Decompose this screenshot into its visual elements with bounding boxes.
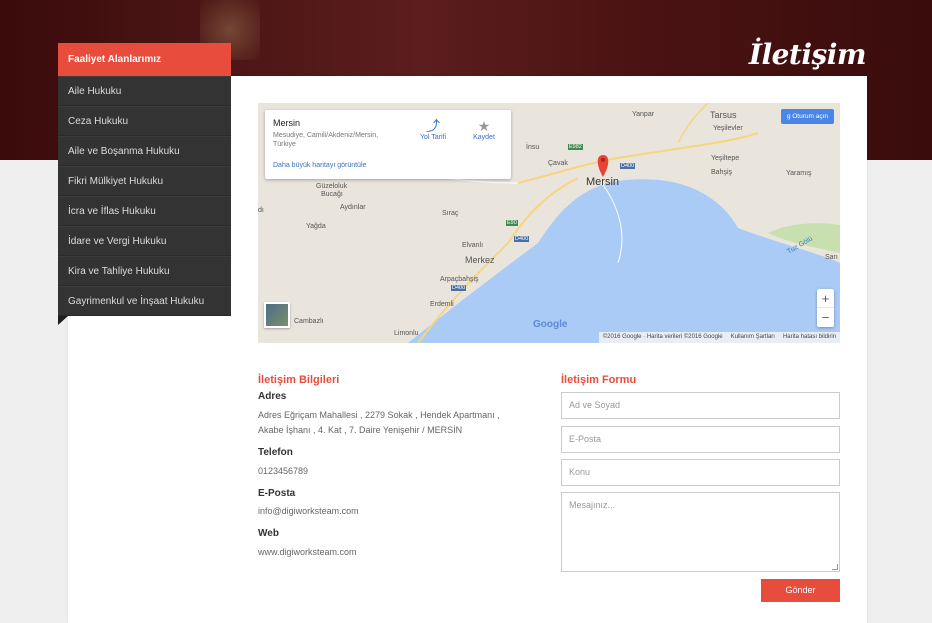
- map-label-guzeloluk: Güzeloluk: [316, 183, 348, 190]
- directions-label: Yol Tarifi: [419, 134, 447, 141]
- directions-icon: ⤴: [426, 118, 440, 134]
- map-label-sari: Sarı: [825, 254, 838, 261]
- directions-button[interactable]: ⤴ Yol Tarifi: [413, 118, 453, 141]
- zoom-out-button[interactable]: −: [817, 308, 834, 327]
- map-label-yaramis: Yaramış: [786, 170, 812, 177]
- email-value: info@digiworksteam.com: [258, 506, 359, 516]
- map-label-cavak: Çavak: [548, 160, 568, 167]
- map-label-aydinlar: Aydınlar: [340, 204, 366, 211]
- address-value-line1: Adres Eğriçam Mahallesi , 2279 Sokak , H…: [258, 410, 500, 420]
- map-label-yanpar: Yanpar: [632, 111, 655, 118]
- map-label-sirac: Sıraç: [442, 210, 459, 217]
- road-north: [677, 103, 709, 144]
- map-report-link[interactable]: Harita hatası bildirin: [783, 332, 836, 343]
- sidebar-header: Faaliyet Alanlarımız: [58, 43, 231, 76]
- address-label: Adres: [258, 391, 287, 402]
- map-label-bucagi: Bucağı: [321, 191, 343, 198]
- sidebar-item-idare-vergi[interactable]: İdare ve Vergi Hukuku: [58, 226, 231, 256]
- web-label: Web: [258, 528, 279, 539]
- sidebar-item-kira-tahliye[interactable]: Kira ve Tahliye Hukuku: [58, 256, 231, 286]
- map-label-yesiltepe: Yeşiltepe: [711, 155, 740, 162]
- map-label-cambazli: Cambazlı: [294, 318, 324, 325]
- page-title: İletişim: [748, 38, 867, 71]
- save-place-button[interactable]: ★ Kaydet: [464, 118, 504, 141]
- map-label-elvanli: Elvanlı: [462, 242, 484, 249]
- sidebar-menu: Faaliyet Alanlarımız Aile Hukuku Ceza Hu…: [58, 43, 231, 325]
- message-placeholder: Mesajınız...: [569, 500, 616, 510]
- map-copyright: ©2016 Google · Harita verileri ©2016 Goo…: [602, 334, 723, 340]
- map-signin-label: Oturum açın: [792, 113, 828, 120]
- name-input[interactable]: Ad ve Soyad: [561, 392, 840, 419]
- sidebar-item-gayrimenkul-insaat[interactable]: Gayrimenkul ve İnşaat Hukuku: [58, 286, 231, 316]
- email-input[interactable]: E-Posta: [561, 426, 840, 453]
- map-road-badge-d400-south: D400: [451, 285, 467, 291]
- sidebar-item-icra-iflas[interactable]: İcra ve İflas Hukuku: [58, 196, 231, 226]
- contact-info-title: İletişim Bilgileri: [258, 374, 340, 386]
- email-label: E-Posta: [258, 488, 296, 499]
- map-road-badge-e982: E982: [568, 144, 583, 150]
- subject-input[interactable]: Konu: [561, 459, 840, 486]
- sidebar-item-aile-hukuku[interactable]: Aile Hukuku: [58, 76, 231, 106]
- map-label-tarsus: Tarsus: [710, 110, 737, 120]
- map-footer: ©2016 Google · Harita verileri ©2016 Goo…: [598, 332, 840, 343]
- map-label-edge-left: dı: [258, 207, 264, 214]
- sidebar-item-ceza-hukuku[interactable]: Ceza Hukuku: [58, 106, 231, 136]
- satellite-toggle[interactable]: [264, 302, 290, 328]
- map-info-address: Mesudiye, Camili/Akdeniz/Mersin, Türkiye: [273, 132, 379, 148]
- phone-label: Telefon: [258, 447, 293, 458]
- map-label-insu: İnsu: [526, 144, 540, 151]
- map-road-badge-d400: D400: [620, 163, 636, 169]
- sidebar-fold-corner: [58, 316, 68, 325]
- larger-map-link[interactable]: Daha büyük haritayı görüntüle: [273, 162, 366, 169]
- map-zoom-control: + −: [817, 289, 834, 327]
- map-info-title: Mersin: [273, 118, 301, 128]
- map-label-arpacbahsis: Arpaçbahşiş: [440, 276, 479, 283]
- submit-button[interactable]: Gönder: [761, 579, 840, 602]
- resize-handle-icon[interactable]: [832, 564, 838, 570]
- map-label-limonlu: Limonlu: [394, 330, 419, 337]
- map-info-box: Mersin Mesudiye, Camili/Akdeniz/Mersin, …: [265, 110, 511, 179]
- star-icon: ★: [477, 118, 491, 134]
- google-logo: Google: [533, 319, 568, 330]
- google-map[interactable]: Mersin Tarsus Yanpar Yeşilevler Yeşiltep…: [258, 103, 840, 343]
- map-signin-button[interactable]: g Oturum açın: [780, 109, 834, 124]
- map-label-yagda: Yağda: [306, 223, 326, 230]
- map-road-badge-e90: E90: [506, 220, 518, 226]
- save-place-label: Kaydet: [473, 134, 495, 141]
- contact-form-title: İletişim Formu: [561, 374, 637, 386]
- address-value-line2: Akabe İşhanı , 4. Kat , 7. Daire Yenişeh…: [258, 425, 463, 435]
- map-label-merkez: Merkez: [465, 255, 495, 265]
- map-label-mersin: Mersin: [586, 176, 620, 188]
- web-value: www.digiworksteam.com: [258, 547, 357, 557]
- message-textarea[interactable]: Mesajınız...: [561, 492, 840, 572]
- sidebar-item-aile-bosanma[interactable]: Aile ve Boşanma Hukuku: [58, 136, 231, 166]
- sidebar-item-fikri-mulkiyet[interactable]: Fikri Mülkiyet Hukuku: [58, 166, 231, 196]
- map-label-erdemli: Erdemli: [430, 301, 454, 308]
- map-label-yesilevler: Yeşilevler: [713, 125, 743, 132]
- phone-value: 0123456789: [258, 466, 309, 476]
- zoom-in-button[interactable]: +: [817, 289, 834, 308]
- map-terms-link[interactable]: Kullanım Şartları: [731, 332, 775, 343]
- map-label-bahsis: Bahşiş: [711, 169, 733, 176]
- map-road-badge-d400-west: D400: [514, 236, 530, 242]
